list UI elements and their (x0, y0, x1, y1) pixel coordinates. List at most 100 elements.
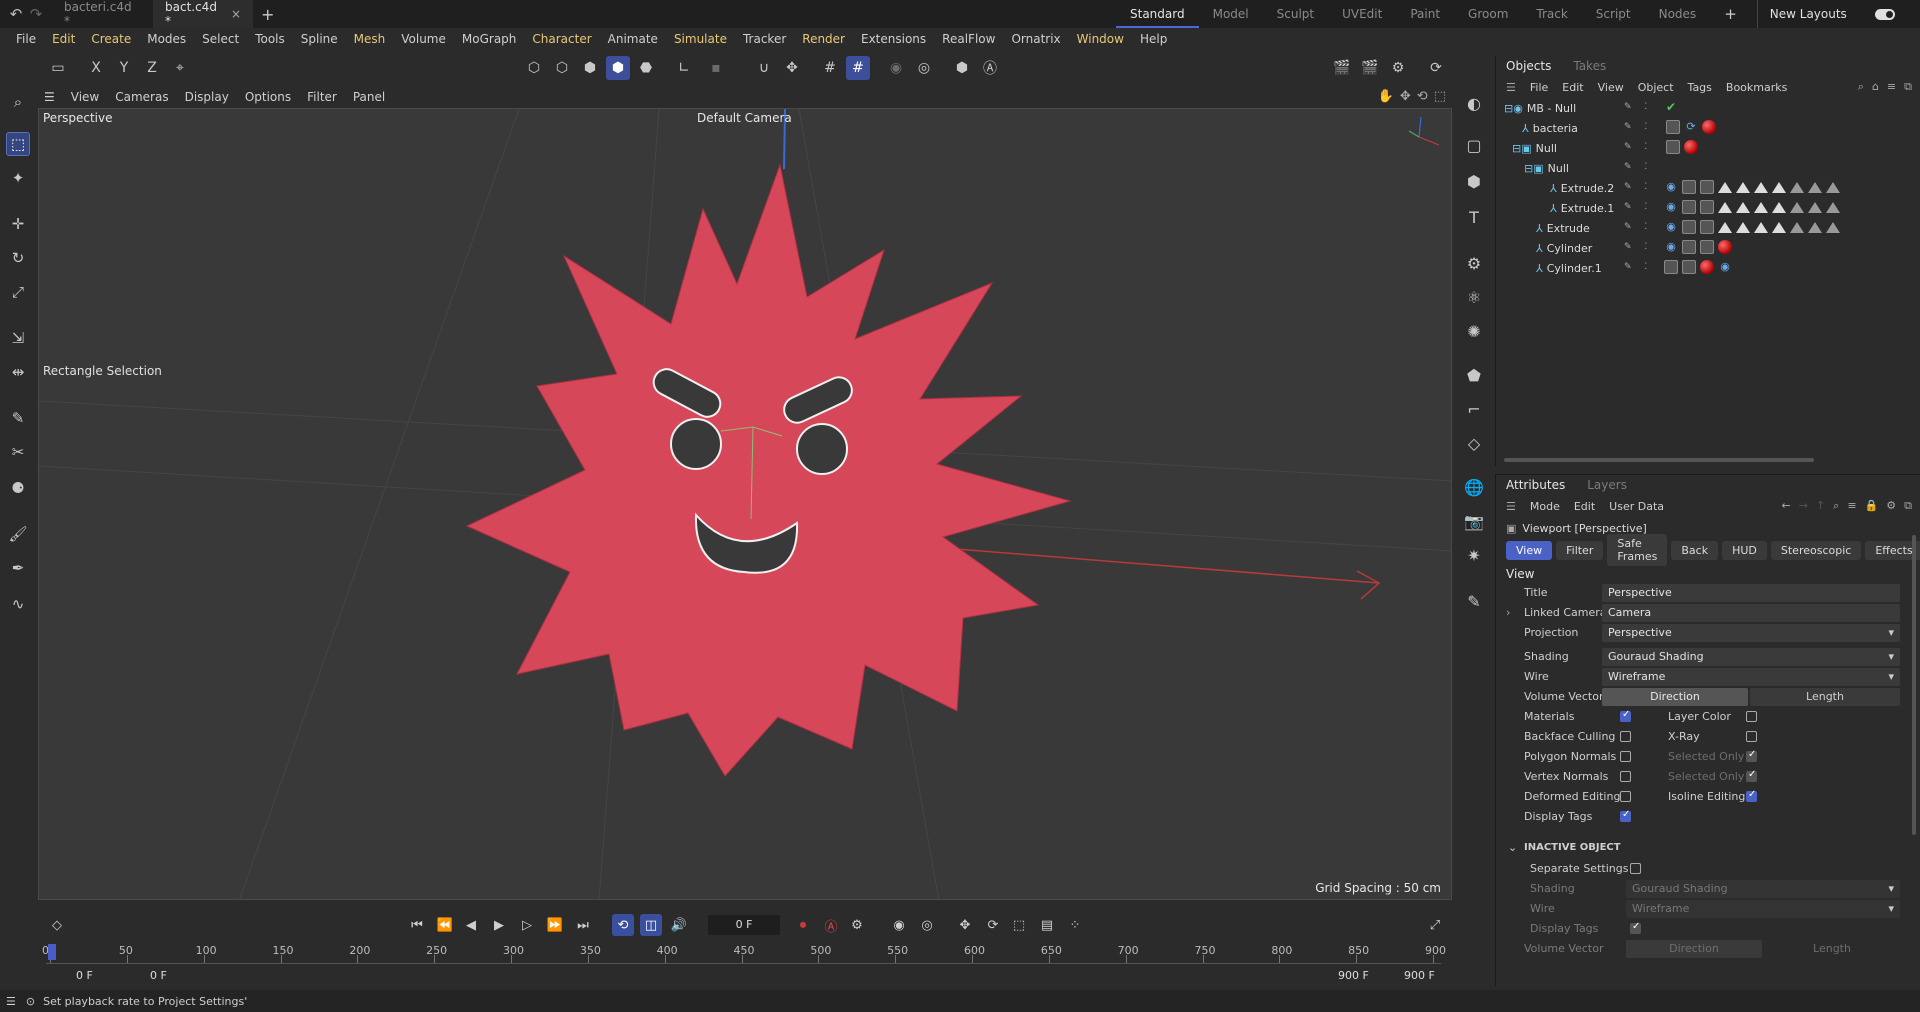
selection-tag-icon[interactable] (1754, 202, 1768, 213)
xray-checkbox[interactable] (1746, 731, 1757, 742)
deformed-editing-checkbox[interactable] (1620, 791, 1631, 802)
visibility-dots-icon[interactable]: ✎ ⁚ (1624, 222, 1652, 232)
workplane-icon[interactable]: # (846, 56, 870, 80)
texture-mode-icon[interactable]: ▪ (704, 56, 728, 80)
menu-window[interactable]: Window (1069, 32, 1132, 46)
selection-tag-icon[interactable] (1826, 202, 1840, 213)
object-name[interactable]: bacteria (1533, 122, 1578, 135)
selection-tag-icon[interactable] (1736, 182, 1750, 193)
selection-tag-icon[interactable] (1826, 182, 1840, 193)
cube-icon[interactable]: ⬢ (1461, 168, 1487, 194)
selection-tag-icon[interactable] (1736, 222, 1750, 233)
layout-model[interactable]: Model (1199, 0, 1263, 28)
refresh-icon[interactable]: ⟳ (1424, 56, 1448, 80)
menu-character[interactable]: Character (524, 32, 599, 46)
maximize-view-icon[interactable]: ⬚ (1434, 89, 1446, 104)
object-row[interactable]: ⊟▣ Null ✎ ⁚ (1496, 138, 1920, 158)
pan-icon[interactable]: ✋ (1378, 89, 1394, 104)
object-row[interactable]: ⅄ Extrude.2 ✎ ⁚ ◉ (1496, 178, 1920, 198)
range-start-preview[interactable]: 0 F (150, 968, 167, 984)
phong-tag-icon[interactable] (1666, 120, 1680, 134)
search-icon[interactable]: ⌕ (1833, 499, 1839, 513)
preview-range-bar[interactable]: 0 F 0 F 900 F 900 F (46, 968, 1441, 984)
menu-render[interactable]: Render (794, 32, 853, 46)
selection-tag-icon[interactable] (1772, 222, 1786, 233)
tab-attributes[interactable]: Attributes (1506, 478, 1565, 492)
object-name[interactable]: Null (1548, 162, 1569, 175)
obj-menu-bookmarks[interactable]: Bookmarks (1726, 81, 1787, 94)
environment-icon[interactable]: 🌐 (1461, 474, 1487, 500)
uv-mode-icon[interactable]: ⬣ (634, 56, 658, 80)
menu-mesh[interactable]: Mesh (346, 32, 394, 46)
obj-menu-tags[interactable]: Tags (1688, 81, 1712, 94)
layout-uvedit[interactable]: UVEdit (1328, 0, 1396, 28)
object-row[interactable]: ⅄ Extrude ✎ ⁚ ◉ (1496, 218, 1920, 238)
edges-mode-icon[interactable]: ⬡ (550, 56, 574, 80)
selection-tag-icon[interactable] (1718, 182, 1732, 193)
selection-tool-label[interactable]: Rectangle Selection (43, 364, 162, 378)
obj-menu-view[interactable]: View (1598, 81, 1624, 94)
axis-mode-icon[interactable]: ∟ (672, 56, 696, 80)
inactive-shading-dropdown[interactable]: Gouraud Shading (1626, 880, 1900, 898)
key-rotation-icon[interactable]: ◎ (916, 914, 938, 936)
selection-tag-icon[interactable] (1772, 202, 1786, 213)
display-tag-icon[interactable] (1682, 260, 1696, 274)
subtab-view[interactable]: View (1506, 540, 1553, 560)
visibility-dots-icon[interactable]: ✎ ⁚ (1624, 242, 1652, 252)
vertical-scrollbar[interactable] (1912, 535, 1916, 835)
tab-layers[interactable]: Layers (1587, 478, 1627, 492)
phong-tag-icon[interactable] (1664, 260, 1678, 274)
x-axis-lock-icon[interactable]: X (84, 56, 108, 80)
materials-checkbox[interactable] (1620, 709, 1631, 722)
back-arrow-icon[interactable]: ← (1782, 499, 1791, 513)
linked-camera-field[interactable]: Camera (1602, 604, 1900, 622)
layout-nodes[interactable]: Nodes (1645, 0, 1711, 28)
menu-edit[interactable]: Edit (44, 32, 83, 46)
coordinate-system-icon[interactable]: ⌖ (168, 56, 192, 80)
loop-icon[interactable]: ⟲ (612, 914, 634, 936)
material-tag-icon[interactable] (1684, 140, 1698, 154)
playhead[interactable] (48, 944, 56, 960)
phong-tag-icon[interactable] (1666, 140, 1680, 154)
visibility-dots-icon[interactable]: ✎ ⁚ (1624, 262, 1652, 272)
sculpt-icon[interactable]: ⚈ (6, 476, 30, 500)
render-view-icon[interactable]: ◉ (884, 56, 908, 80)
search-icon[interactable]: ⌕ (6, 90, 30, 114)
generator-icon[interactable]: ⚙ (1461, 250, 1487, 276)
keyframe-diamond-icon[interactable]: ◇ (46, 914, 68, 936)
key-pla-icon[interactable]: ▤ (1036, 914, 1058, 936)
text-icon[interactable]: T (1461, 204, 1487, 230)
hamburger-icon[interactable]: ☰ (1506, 81, 1516, 94)
new-window-icon[interactable]: ⧉ (1904, 80, 1912, 94)
scale-icon[interactable]: ⤢ (6, 280, 30, 304)
material-tag-icon[interactable] (1718, 240, 1732, 254)
inactive-direction-button[interactable]: Direction (1626, 940, 1762, 958)
display-tag-icon[interactable] (1700, 180, 1714, 194)
home-icon[interactable]: ⌂ (1872, 80, 1879, 94)
new-window-icon[interactable]: ⧉ (1904, 499, 1912, 513)
camera-icon[interactable]: ◐ (1461, 90, 1487, 116)
range-start[interactable]: 0 F (76, 968, 93, 984)
vertex-normals-checkbox[interactable] (1620, 771, 1631, 782)
keyframe-selection-icon[interactable]: ◉ (888, 914, 910, 936)
object-row[interactable]: ⊟◉ MB - Null ✎ ⁚ ✔ (1496, 98, 1920, 118)
brush-icon[interactable]: 🖌 (6, 522, 30, 546)
tab-objects[interactable]: Objects (1506, 59, 1551, 73)
lock-icon[interactable]: 🔒 (1865, 499, 1879, 513)
menu-tracker[interactable]: Tracker (735, 32, 794, 46)
selection-tag-icon[interactable] (1826, 222, 1840, 233)
menu-select[interactable]: Select (194, 32, 247, 46)
mograph-tag-icon[interactable]: ⟳ (1684, 120, 1698, 134)
next-frame-icon[interactable]: ▷ (516, 914, 538, 936)
frame-ruler[interactable]: 0 50 100 150 200 250 300 350 400 450 500 550 600 650 7… (42, 944, 1446, 964)
display-tag-icon[interactable] (1700, 220, 1714, 234)
camera-object-icon[interactable]: 📷 (1461, 508, 1487, 534)
selection-tag-icon[interactable] (1754, 182, 1768, 193)
visibility-dots-icon[interactable]: ✎ ⁚ (1624, 142, 1652, 152)
selection-tag-icon[interactable] (1808, 202, 1822, 213)
expand-chevron-icon[interactable]: › (1506, 606, 1510, 619)
inactive-display-tags-checkbox[interactable] (1630, 921, 1641, 934)
model-mode-icon[interactable]: ⬢ (606, 56, 630, 80)
visibility-dots-icon[interactable]: ✎ ⁚ (1624, 202, 1652, 212)
go-to-start-icon[interactable]: ⏮ (406, 914, 428, 936)
